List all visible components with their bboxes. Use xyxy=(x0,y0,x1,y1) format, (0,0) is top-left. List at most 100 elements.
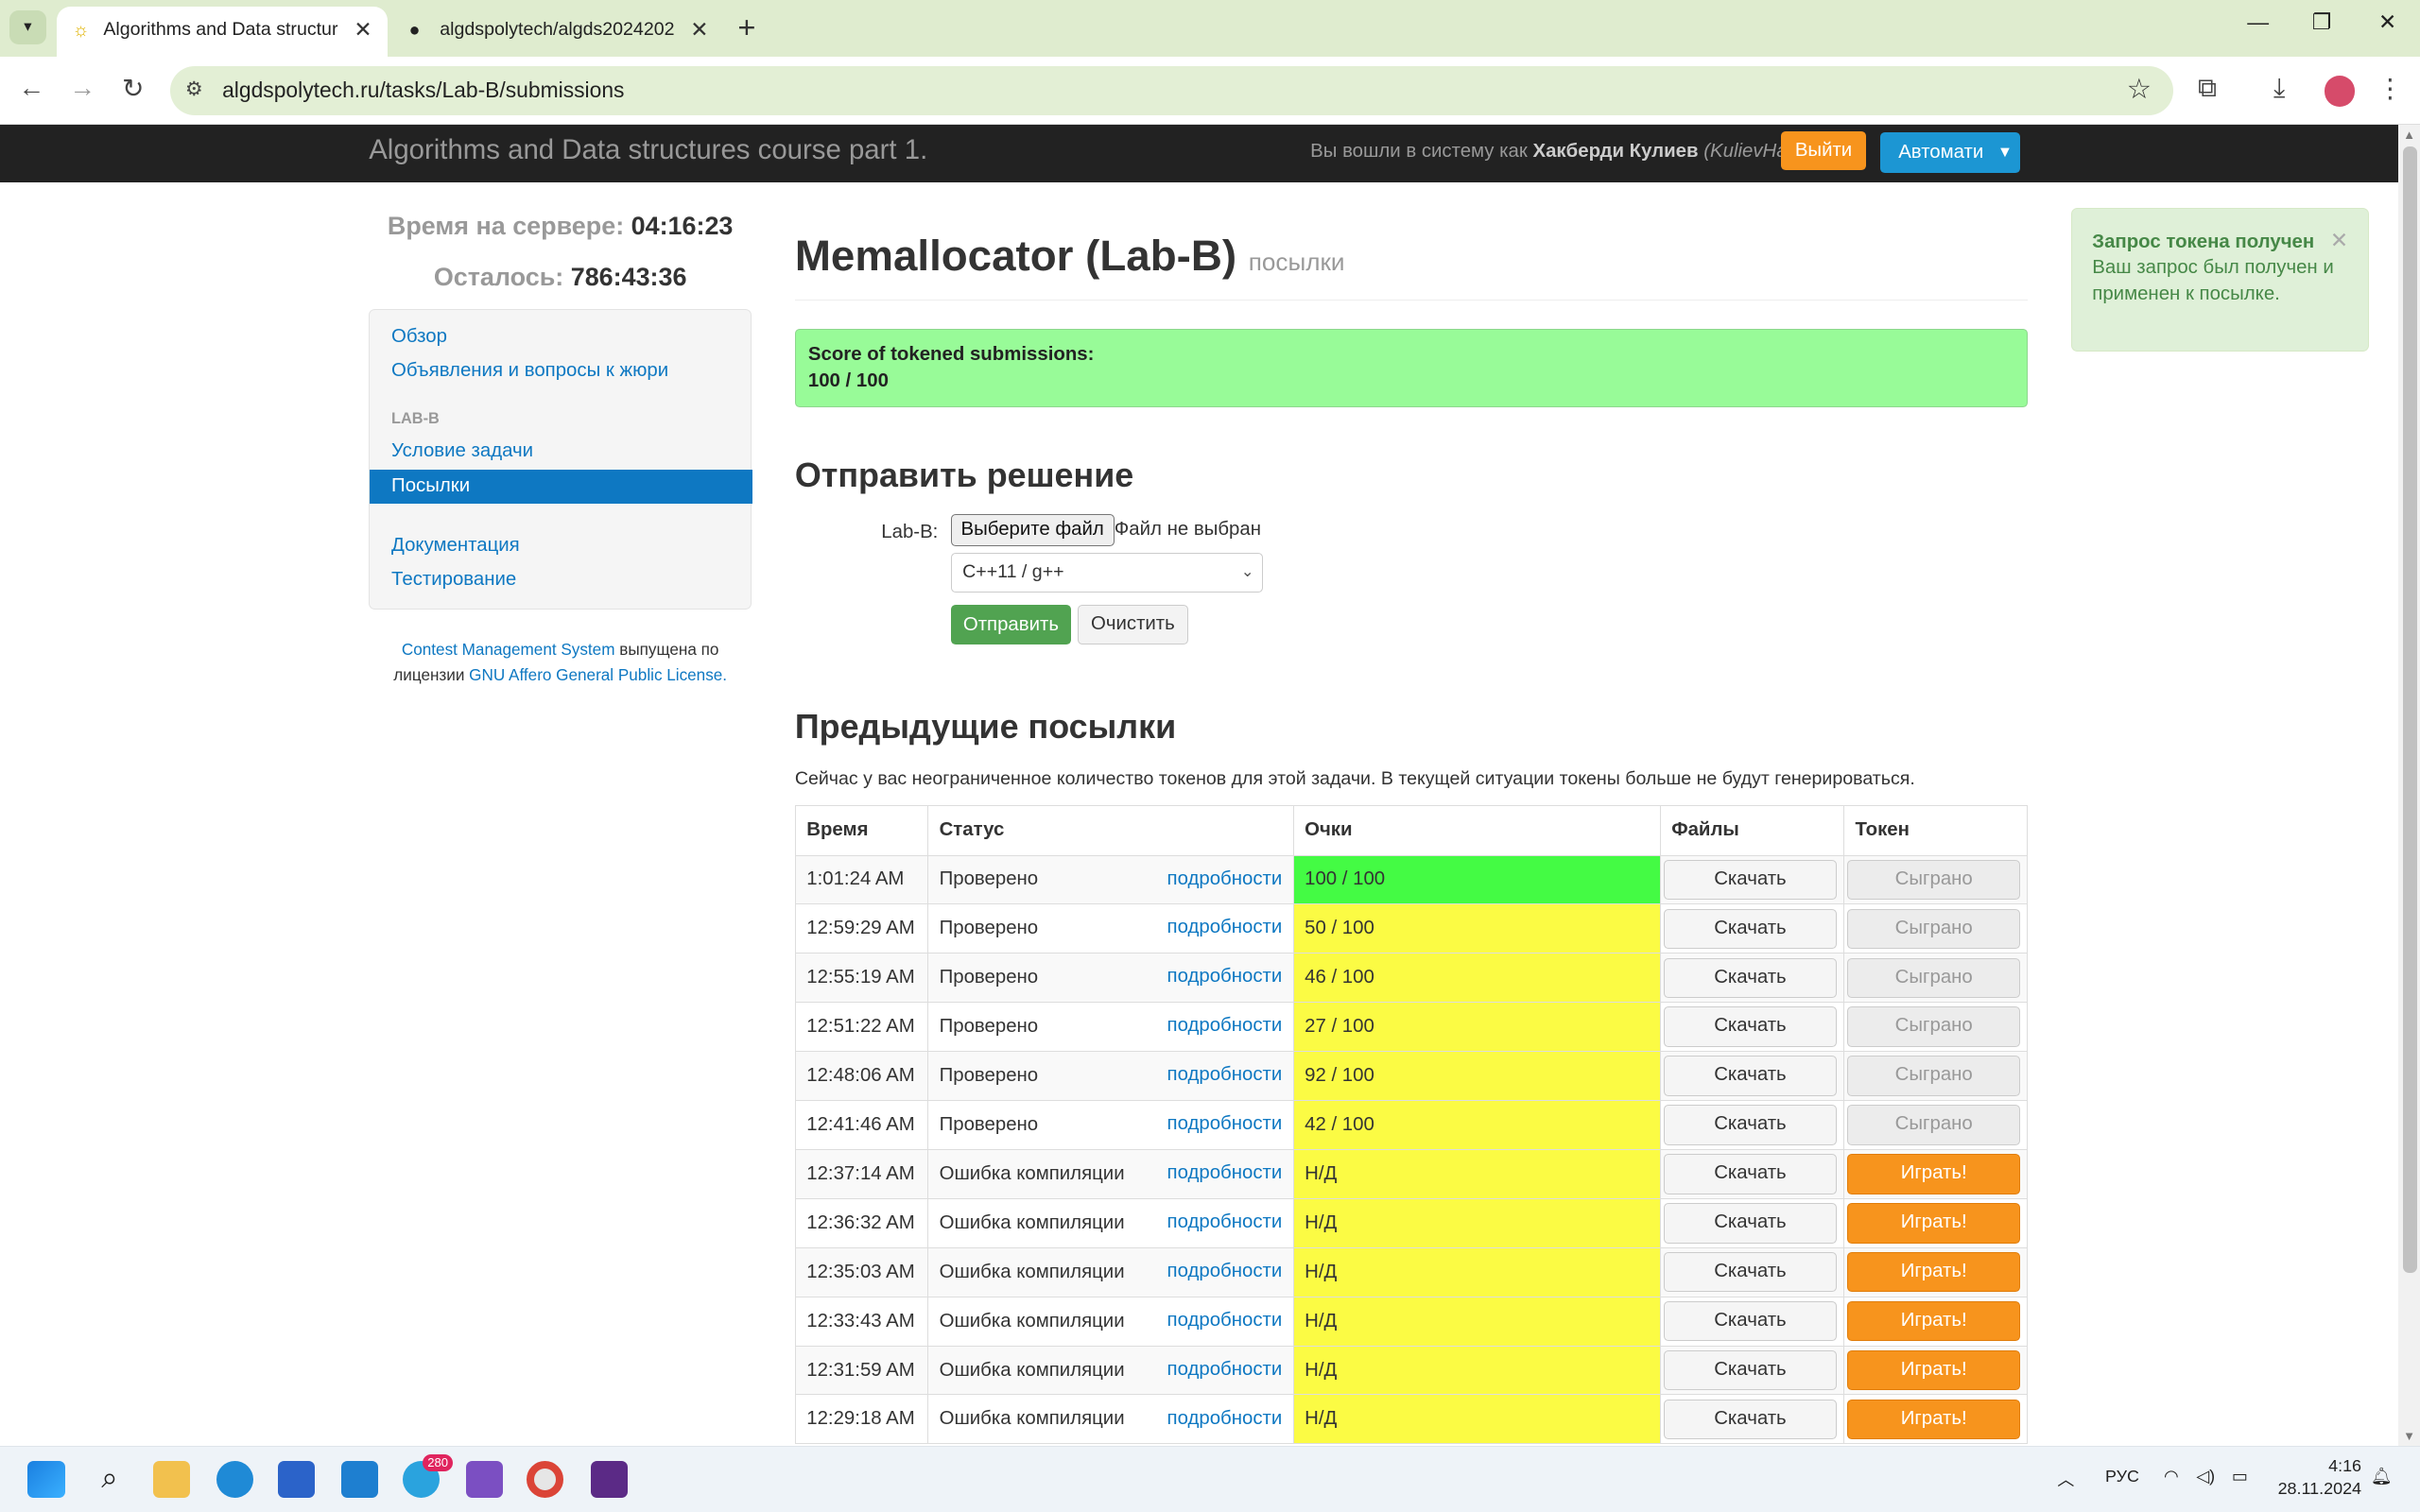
play-token-button[interactable]: Играть! xyxy=(1847,1154,2021,1194)
download-button[interactable]: Скачать xyxy=(1664,1154,1837,1194)
status-text: Проверено xyxy=(939,918,1039,939)
sidebar-item-documentation[interactable]: Документация xyxy=(391,535,520,557)
site-settings-icon[interactable]: ⚙ xyxy=(185,77,203,101)
status-text: Проверено xyxy=(939,1016,1039,1038)
sidebar-item-announcements[interactable]: Объявления и вопросы к жюри xyxy=(391,360,668,382)
download-button[interactable]: Скачать xyxy=(1664,957,1837,998)
search-icon[interactable]: ⌕ xyxy=(91,1461,128,1498)
download-button[interactable]: Скачать xyxy=(1664,1251,1837,1293)
clear-button[interactable]: Очистить xyxy=(1077,605,1189,645)
edge-icon[interactable] xyxy=(216,1460,253,1498)
scrollbar-thumb[interactable] xyxy=(2403,146,2417,1273)
play-token-button[interactable]: Играть! xyxy=(1847,1203,2021,1244)
sidebar-item-submissions[interactable]: Посылки xyxy=(370,470,753,505)
details-link[interactable]: подробности xyxy=(1167,966,1283,988)
reload-icon[interactable]: ↻ xyxy=(122,73,144,104)
download-button[interactable]: Скачать xyxy=(1664,1349,1837,1391)
restore-icon[interactable]: ❐ xyxy=(2312,9,2331,35)
details-link[interactable]: подробности xyxy=(1167,1113,1283,1135)
play-token-button[interactable]: Играть! xyxy=(1847,1399,2021,1440)
theme-dropdown-button[interactable]: Автомати ▼ xyxy=(1879,132,2021,173)
scroll-up-icon[interactable]: ▲ xyxy=(2403,128,2415,142)
play-token-button[interactable]: Играть! xyxy=(1847,1300,2021,1342)
notification-bell-icon[interactable]: 🔔︎ xyxy=(2371,1467,2393,1486)
details-link[interactable]: подробности xyxy=(1167,1261,1283,1282)
language-select[interactable]: C++11 / g++ ⌄ xyxy=(950,552,1263,593)
download-button[interactable]: Скачать xyxy=(1664,1203,1837,1244)
details-link[interactable]: подробности xyxy=(1167,1064,1283,1086)
submission-time: 12:59:29 AM xyxy=(794,903,928,954)
play-token-button[interactable]: Играть! xyxy=(1847,1349,2021,1391)
logged-in-info: Вы вошли в систему как Хакберди Кулиев (… xyxy=(1310,141,1793,163)
details-link[interactable]: подробности xyxy=(1167,1015,1283,1037)
cms-link[interactable]: Contest Management System xyxy=(402,640,615,659)
choose-file-button[interactable]: Выберите файл xyxy=(950,513,1115,546)
details-link[interactable]: подробности xyxy=(1167,917,1283,938)
send-button[interactable]: Отправить xyxy=(950,605,1072,645)
store-icon[interactable] xyxy=(277,1460,316,1498)
download-icon[interactable]: ⤓ xyxy=(2273,73,2285,104)
status-text: Ошибка компиляции xyxy=(939,1211,1125,1233)
browser-tab-active[interactable]: ☼ Algorithms and Data structures ✕ xyxy=(57,6,388,58)
download-button[interactable]: Скачать xyxy=(1664,859,1837,901)
windows-start-icon[interactable] xyxy=(27,1460,65,1498)
gpl-link[interactable]: GNU Affero General Public License. xyxy=(469,665,727,684)
volume-icon[interactable]: ◁) xyxy=(2196,1467,2215,1486)
extensions-icon[interactable]: ⧉ xyxy=(2198,73,2217,104)
file-explorer-icon[interactable] xyxy=(152,1460,190,1498)
details-link[interactable]: подробности xyxy=(1167,1211,1283,1233)
logout-button[interactable]: Выйти xyxy=(1781,130,1866,170)
chrome-icon[interactable] xyxy=(526,1460,563,1498)
keyboard-language[interactable]: РУС xyxy=(2105,1467,2139,1486)
submission-score: Н/Д xyxy=(1292,1394,1661,1444)
download-button[interactable]: Скачать xyxy=(1664,1006,1837,1047)
details-link[interactable]: подробности xyxy=(1167,1310,1283,1332)
files-cell: Скачать xyxy=(1659,1002,1844,1052)
terminal-icon[interactable] xyxy=(591,1460,629,1498)
submission-time: 12:33:43 AM xyxy=(794,1296,928,1347)
close-window-icon[interactable]: ✕ xyxy=(2378,9,2396,35)
profile-avatar[interactable] xyxy=(2324,76,2356,107)
scroll-down-icon[interactable]: ▼ xyxy=(2403,1429,2415,1443)
download-button[interactable]: Скачать xyxy=(1664,1105,1837,1145)
table-row: 12:29:18 AM Ошибка компиляции подробности Н… xyxy=(794,1394,2028,1444)
new-tab-icon[interactable]: + xyxy=(737,9,755,45)
download-button[interactable]: Скачать xyxy=(1664,1399,1837,1440)
battery-icon[interactable]: ▭ xyxy=(2232,1467,2248,1486)
vscode-icon[interactable] xyxy=(340,1460,378,1498)
page-scrollbar[interactable]: ▲ ▼ xyxy=(2398,125,2420,1446)
status-text: Ошибка компиляции xyxy=(939,1359,1125,1381)
close-icon[interactable]: ✕ xyxy=(2330,228,2348,254)
sidebar-item-overview[interactable]: Обзор xyxy=(391,326,447,348)
back-icon[interactable]: ← xyxy=(19,73,45,103)
sidebar-item-testing[interactable]: Тестирование xyxy=(391,569,516,591)
forward-icon[interactable]: → xyxy=(69,73,95,103)
column-status: Статус xyxy=(927,805,1294,855)
play-token-button[interactable]: Играть! xyxy=(1847,1251,2021,1293)
details-link[interactable]: подробности xyxy=(1167,868,1283,890)
files-cell: Скачать xyxy=(1659,854,1844,904)
sidebar-item-statement[interactable]: Условие задачи xyxy=(391,440,533,462)
browser-menu-icon[interactable]: ⋮ xyxy=(2377,73,2403,104)
site-brand[interactable]: Algorithms and Data structures course pa… xyxy=(369,134,927,166)
tray-chevron-icon[interactable]: ︿ xyxy=(2057,1467,2074,1491)
wifi-icon[interactable]: ◠ xyxy=(2164,1467,2179,1486)
tab-title: Algorithms and Data structures xyxy=(103,18,338,40)
download-button[interactable]: Скачать xyxy=(1664,1300,1837,1342)
close-tab-icon[interactable]: ✕ xyxy=(354,7,372,53)
close-tab-icon[interactable]: ✕ xyxy=(690,7,708,53)
details-link[interactable]: подробности xyxy=(1167,1408,1283,1430)
details-link[interactable]: подробности xyxy=(1167,1359,1283,1381)
address-bar[interactable]: ⚙ algdspolytech.ru/tasks/Lab-B/submissio… xyxy=(169,66,2173,116)
visual-studio-icon[interactable] xyxy=(466,1460,504,1498)
download-button[interactable]: Скачать xyxy=(1664,908,1837,950)
browser-tab-github[interactable]: ● algdspolytech/algds20242025 ✕ xyxy=(393,7,723,58)
download-button[interactable]: Скачать xyxy=(1664,1056,1837,1096)
files-cell: Скачать xyxy=(1659,1197,1844,1248)
telegram-icon[interactable]: 280 xyxy=(403,1454,453,1498)
tab-search-button[interactable]: ▾ xyxy=(9,10,46,45)
minimize-icon[interactable]: — xyxy=(2247,9,2269,35)
details-link[interactable]: подробности xyxy=(1167,1162,1283,1184)
system-clock[interactable]: 4:16 28.11.2024 xyxy=(2278,1454,2361,1501)
bookmark-star-icon[interactable]: ☆ xyxy=(2127,73,2152,106)
